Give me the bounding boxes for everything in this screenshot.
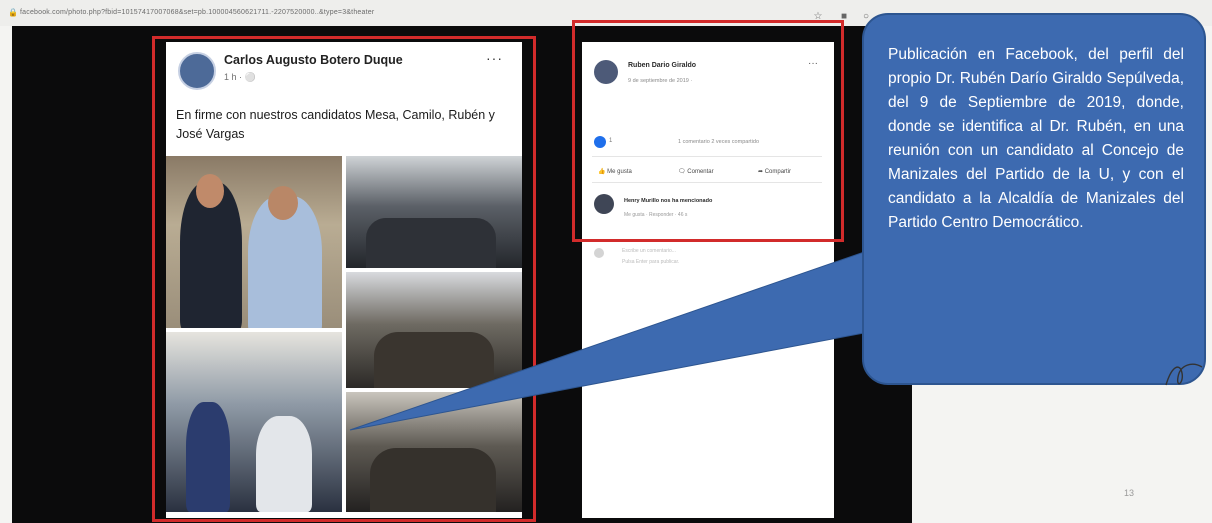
page-number: 13: [1124, 488, 1135, 498]
annotation-callout: Publicación en Facebook, del perfil del …: [862, 13, 1206, 385]
signature-mark: [1165, 363, 1203, 386]
callout-text: Publicación en Facebook, del perfil del …: [888, 46, 1184, 231]
